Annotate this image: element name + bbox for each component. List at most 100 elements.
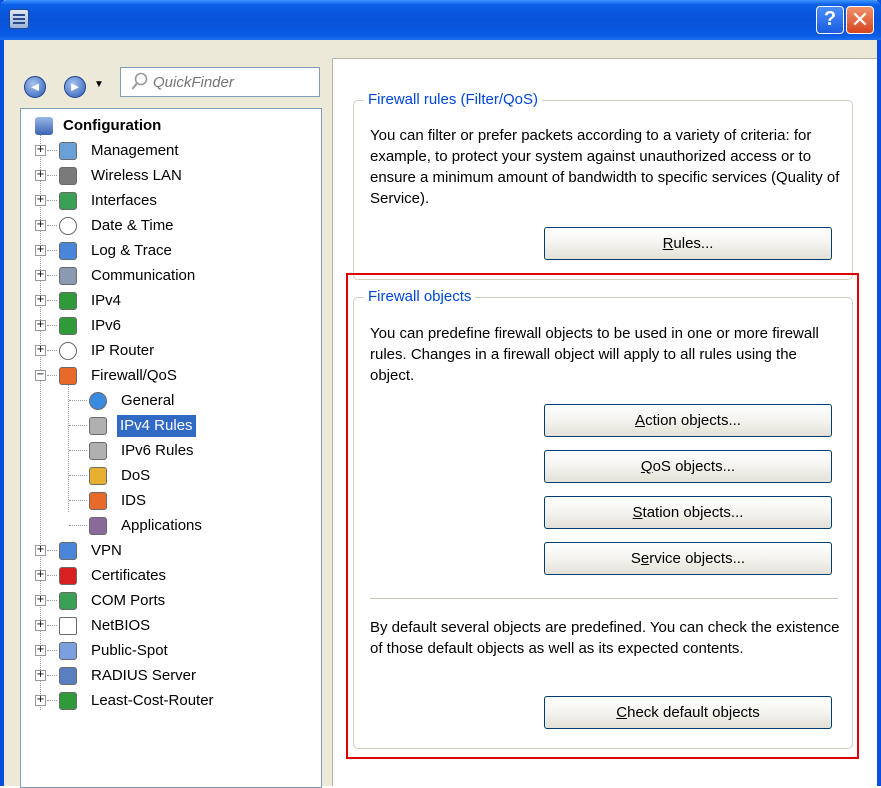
tree-label: Date & Time — [91, 217, 174, 234]
expand-icon[interactable]: + — [35, 670, 46, 681]
public-spot-icon — [59, 642, 77, 660]
title-bar[interactable]: ? ✕ — [0, 0, 881, 40]
firewall-rules-description: You can filter or prefer packets accordi… — [370, 127, 840, 207]
rules-button[interactable]: Rules... — [544, 227, 832, 260]
quickfinder-input[interactable] — [151, 70, 311, 94]
radius-server-icon — [59, 667, 77, 685]
ids-icon — [89, 492, 107, 510]
tree-line — [47, 700, 57, 701]
tree-line — [69, 500, 87, 501]
tree-label: Certificates — [91, 567, 167, 584]
check-default-objects-button[interactable]: Check default objects — [544, 696, 832, 729]
tree-line — [47, 675, 57, 676]
expand-icon[interactable]: + — [35, 270, 46, 281]
service-objects-button[interactable]: Service objects... — [544, 542, 832, 575]
tree-line — [47, 150, 57, 151]
app-icon — [9, 9, 29, 29]
tree-line — [47, 375, 57, 376]
tree-line — [47, 650, 57, 651]
firewall-rules-group: Firewall rules (Filter/QoS) You can filt… — [353, 91, 853, 280]
tree-line — [69, 525, 87, 526]
wireless-lan-icon — [59, 167, 77, 185]
tree-line — [47, 550, 57, 551]
tree-label: NetBIOS — [91, 617, 151, 634]
back-arrow-icon[interactable]: ◄ — [24, 76, 46, 98]
tree-line — [69, 475, 87, 476]
action-objects-label: ction objects... — [645, 412, 741, 429]
clock-icon — [59, 217, 77, 235]
tree-label: Interfaces — [91, 192, 157, 209]
expand-icon[interactable]: + — [35, 620, 46, 631]
expand-icon[interactable]: + — [35, 245, 46, 256]
qos-objects-accelerator: Q — [640, 458, 653, 475]
expand-icon[interactable]: + — [35, 195, 46, 206]
tree-line — [47, 175, 57, 176]
log-icon — [59, 242, 77, 260]
configuration-tree[interactable]: Configuration + Management + Wireless LAN + In… — [20, 108, 322, 788]
tree-label: Configuration — [63, 117, 162, 134]
tree-line — [47, 350, 57, 351]
tree-line — [47, 275, 57, 276]
expand-icon[interactable]: + — [35, 320, 46, 331]
station-objects-accelerator: S — [632, 504, 643, 521]
action-objects-button[interactable]: Action objects... — [544, 404, 832, 437]
vpn-icon — [59, 542, 77, 560]
tree-label: Applications — [121, 517, 202, 534]
filter-icon — [89, 417, 107, 435]
expand-icon[interactable]: + — [35, 695, 46, 706]
tree-label: Public-Spot — [91, 642, 168, 659]
collapse-icon[interactable]: − — [35, 370, 46, 381]
dos-icon — [89, 467, 107, 485]
forward-arrow-icon[interactable]: ► — [64, 76, 86, 98]
station-objects-label: tation objects... — [642, 504, 744, 521]
certificate-icon — [59, 567, 77, 585]
tree-line — [69, 400, 87, 401]
ipv6-icon — [59, 317, 77, 335]
station-objects-button[interactable]: Station objects... — [544, 496, 832, 529]
tree-label: IPv6 Rules — [121, 442, 194, 459]
expand-icon[interactable]: + — [35, 345, 46, 356]
expand-icon[interactable]: + — [35, 595, 46, 606]
help-button[interactable]: ? — [816, 6, 844, 34]
tree-label: VPN — [91, 542, 122, 559]
close-button[interactable]: ✕ — [846, 6, 874, 34]
tree-label: IP Router — [91, 342, 155, 359]
tree-line — [47, 300, 57, 301]
expand-icon[interactable]: + — [35, 570, 46, 581]
tree-label: IPv4 Rules — [117, 415, 196, 437]
tree-line — [47, 200, 57, 201]
qos-objects-button[interactable]: QoS objects... — [544, 450, 832, 483]
com-ports-icon — [59, 592, 77, 610]
expand-icon[interactable]: + — [35, 220, 46, 231]
check-default-accelerator: C — [616, 704, 628, 721]
expand-icon[interactable]: + — [35, 645, 46, 656]
expand-icon[interactable]: + — [35, 145, 46, 156]
applications-icon — [89, 517, 107, 535]
tree-label: Communication — [91, 267, 196, 284]
configuration-icon — [35, 117, 53, 135]
tree-line — [47, 625, 57, 626]
expand-icon[interactable]: + — [35, 295, 46, 306]
firewall-rules-title: Firewall rules (Filter/QoS) — [364, 91, 543, 109]
tree-line — [69, 450, 87, 451]
tree-line — [47, 600, 57, 601]
tree-label: RADIUS Server — [91, 667, 197, 684]
firewall-objects-description: You can predefine firewall objects to be… — [370, 325, 819, 384]
rules-button-label: ules... — [673, 235, 714, 252]
content-panel: Firewall rules (Filter/QoS) You can filt… — [337, 67, 872, 787]
communication-icon — [59, 267, 77, 285]
expand-icon[interactable]: + — [35, 170, 46, 181]
tree-line — [47, 575, 57, 576]
firewall-objects-title: Firewall objects — [364, 288, 476, 306]
firewall-objects-group: Firewall objects You can predefine firew… — [353, 288, 853, 749]
tree-label: General — [121, 392, 175, 409]
check-default-label: heck default objects — [627, 704, 760, 721]
history-dropdown-icon[interactable]: ▼ — [94, 79, 104, 90]
tree-label: DoS — [121, 467, 151, 484]
expand-icon[interactable]: + — [35, 545, 46, 556]
service-objects-label-pre: S — [630, 550, 641, 567]
quickfinder-box[interactable] — [120, 67, 320, 97]
content-pane: Firewall rules (Filter/QoS) You can filt… — [332, 58, 877, 787]
tree-label: Management — [91, 142, 179, 159]
tree-line — [47, 250, 57, 251]
